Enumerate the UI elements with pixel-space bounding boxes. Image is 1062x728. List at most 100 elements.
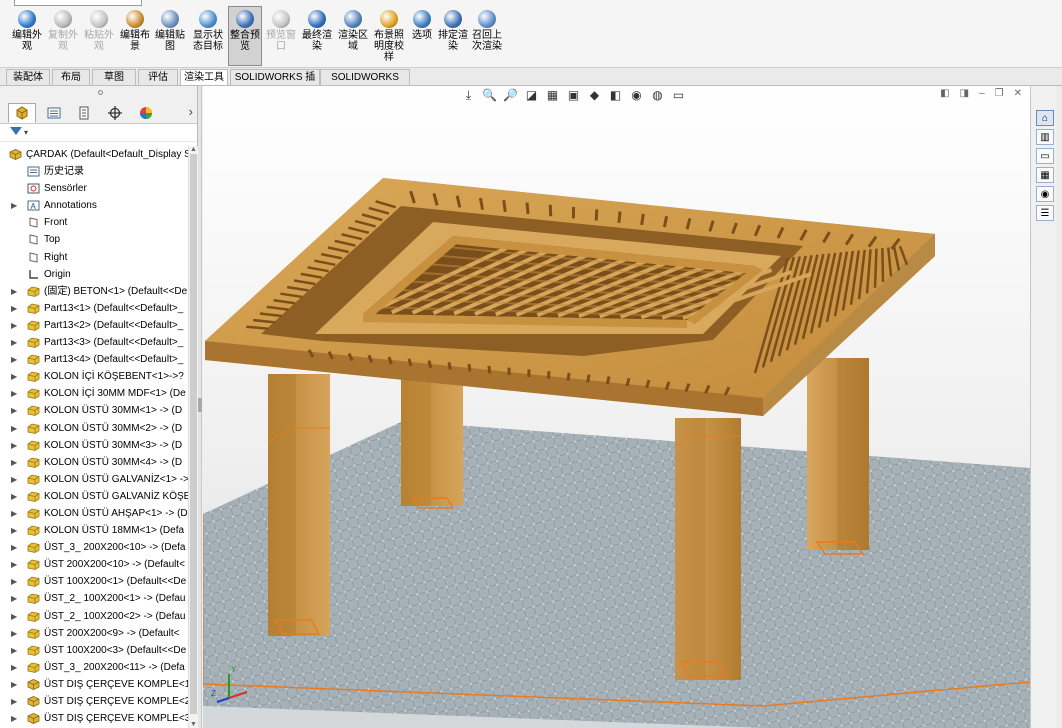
graphics-viewport[interactable]: Z Y ⤓ 🔍 🔎 ◪ ▦ ▣ ◆ ◧ ◉ ◍ ▭ ◧ ◨ – ❐ ✕ [203,86,1030,728]
ribbon-button-0[interactable]: 编辑外观 [10,10,44,66]
ribbon-button-9[interactable]: 渲染区域 [336,10,370,66]
tab-1[interactable]: 布局 [52,69,90,85]
ribbon-button-5[interactable]: 显示状态目标 [190,10,226,66]
ribbon-button-11[interactable]: 选项 [408,10,436,66]
expand-arrow-icon[interactable]: ▶ [11,539,17,556]
ribbon-search-field[interactable] [14,0,142,6]
tree-item[interactable]: ▶ A Annotations [0,197,188,214]
expand-arrow-icon[interactable]: ▶ [11,608,17,625]
tree-item[interactable]: ▶ KOLON ÜSTÜ 18MM<1> (Defa [0,522,188,539]
scroll-up-icon[interactable]: ▲ [190,146,197,153]
appearances-icon[interactable]: ◉ [1036,186,1054,202]
close-icon[interactable]: ✕ [1014,88,1022,99]
tree-item[interactable]: ▶ ÜST DIŞ ÇERÇEVE KOMPLE<1> [0,676,188,693]
expand-arrow-icon[interactable]: ▶ [11,385,17,402]
expand-arrow-icon[interactable]: ▶ [11,317,17,334]
tree-item[interactable]: ▶ (固定) BETON<1> (Default<<De [0,283,188,300]
tile-right-icon[interactable]: ◨ [960,88,969,99]
tab-3[interactable]: 评估 [138,69,178,85]
tree-root-assembly[interactable]: ÇARDAK (Default<Default_Display S [0,146,188,163]
expand-arrow-icon[interactable]: ▶ [11,522,17,539]
property-manager-tab[interactable] [40,103,68,123]
ribbon-button-4[interactable]: 编辑贴图 [152,10,188,66]
expand-arrow-icon[interactable]: ▶ [11,437,17,454]
expand-arrow-icon[interactable]: ▶ [11,505,17,522]
tile-left-icon[interactable]: ◧ [940,88,949,99]
tree-item[interactable]: ▶ ÜST_2_ 100X200<1> -> (Defau [0,590,188,607]
expand-arrow-icon[interactable]: ▶ [11,197,17,214]
apply-scene-icon[interactable]: ◍ [650,88,665,103]
column-back-left[interactable] [401,376,463,509]
expand-arrow-icon[interactable]: ▶ [11,573,17,590]
tree-item[interactable]: ▶ KOLON ÜSTÜ 30MM<1> -> (D [0,402,188,419]
tree-item[interactable]: ▶ ÜST_3_ 200X200<11> -> (Defa [0,659,188,676]
ribbon-button-10[interactable]: 布景照明度校样 [372,10,406,66]
tree-item[interactable]: ▶ ÜST 100X200<3> (Default<<De [0,642,188,659]
tree-item[interactable]: ▶ KOLON ÜSTÜ GALVANİZ KÖŞE [0,488,188,505]
ribbon-button-1[interactable]: 复制外观 [46,10,80,66]
expand-arrow-icon[interactable]: ▶ [11,488,17,505]
home-icon[interactable]: ⌂ [1036,110,1054,126]
view-orientation-icon[interactable]: ▣ [566,88,581,103]
tree-item[interactable]: ▶ ÜST DIŞ ÇERÇEVE KOMPLE<2> [0,693,188,710]
tab-6[interactable]: SOLIDWORKS MBD [320,69,410,98]
hide-show-items-icon[interactable]: ◧ [608,88,623,103]
tab-0[interactable]: 装配体 [6,69,50,85]
view-palette-icon[interactable]: ▦ [1036,167,1054,183]
expand-arrow-icon[interactable]: ▶ [11,368,17,385]
tree-item[interactable]: ▶ ÜST 100X200<1> (Default<<De [0,573,188,590]
tree-item[interactable]: ▶ ÜST_2_ 100X200<2> -> (Defau [0,608,188,625]
restore-icon[interactable]: ❐ [995,88,1004,99]
configuration-manager-tab[interactable] [70,103,98,123]
expand-arrow-icon[interactable]: ▶ [11,693,17,710]
tree-item[interactable]: ▶ KOLON ÜSTÜ GALVANİZ<1> -> [0,471,188,488]
ribbon-button-3[interactable]: 编辑布景 [118,10,152,66]
zoom-to-fit-icon[interactable]: ⤓ [461,88,476,103]
dimxpert-tab[interactable] [101,103,129,123]
grip-dot[interactable] [98,90,103,95]
custom-properties-icon[interactable]: ☰ [1036,205,1054,221]
ribbon-button-13[interactable]: 召回上次渲染 [470,10,504,66]
tree-filter[interactable]: ▾ [0,124,197,142]
ribbon-button-2[interactable]: 粘贴外观 [82,10,116,66]
tree-item[interactable]: ▶ KOLON ÜSTÜ 30MM<2> -> (D [0,420,188,437]
tree-scrollbar[interactable]: ▲ ▼ [188,146,198,728]
tab-5[interactable]: SOLIDWORKS 插件 [230,69,320,98]
chevron-down-icon[interactable]: ▾ [24,128,28,137]
minimize-icon[interactable]: – [979,88,985,99]
pergola-model-render[interactable]: Z Y [203,86,1030,728]
tree-item[interactable]: ▶ ÜST 200X200<9> -> (Default< [0,625,188,642]
tree-item[interactable]: Origin [0,266,188,283]
ribbon-button-7[interactable]: 预览窗口 [264,10,298,66]
scroll-down-icon[interactable]: ▼ [190,721,197,728]
view-settings-icon[interactable]: ▭ [671,88,686,103]
tree-item[interactable]: 历史记录 [0,163,188,180]
expand-arrow-icon[interactable]: ▶ [11,642,17,659]
parts-library-icon[interactable]: ▥ [1036,129,1054,145]
expand-arrow-icon[interactable]: ▶ [11,300,17,317]
ribbon-button-8[interactable]: 最终渲染 [300,10,334,66]
expand-arrow-icon[interactable]: ▶ [11,590,17,607]
column-back-right[interactable] [807,358,869,555]
tab-4[interactable]: 渲染工具 [180,69,228,85]
tree-item[interactable]: ▶ KOLON İÇİ 30MM MDF<1> (De [0,385,188,402]
expand-arrow-icon[interactable]: ▶ [11,625,17,642]
display-manager-tab[interactable] [132,103,160,123]
zoom-to-area-icon[interactable]: 🔍 [482,88,497,103]
splitter-grip[interactable] [198,398,202,412]
dynamic-annotation-icon[interactable]: ▦ [545,88,560,103]
tree-item[interactable]: Sensörler [0,180,188,197]
expand-arrow-icon[interactable]: ▶ [11,471,17,488]
expand-arrow-icon[interactable]: ▶ [11,556,17,573]
filter-icon[interactable] [10,127,22,135]
expand-arrow-icon[interactable]: ▶ [11,402,17,419]
section-view-icon[interactable]: ◪ [524,88,539,103]
file-explorer-icon[interactable]: ▭ [1036,148,1054,164]
tree-item[interactable]: ▶ KOLON ÜSTÜ AHŞAP<1> -> (D [0,505,188,522]
expand-arrow-icon[interactable]: ▶ [11,334,17,351]
expand-arrow-icon[interactable]: ▶ [11,710,17,727]
expand-arrow-icon[interactable]: ▶ [11,454,17,471]
tree-item[interactable]: ▶ ÜST_3_ 200X200<10> -> (Defa [0,539,188,556]
tree-item[interactable]: ▶ ÜST DIŞ ÇERÇEVE KOMPLE<3> [0,710,188,727]
scroll-thumb[interactable] [190,154,197,714]
